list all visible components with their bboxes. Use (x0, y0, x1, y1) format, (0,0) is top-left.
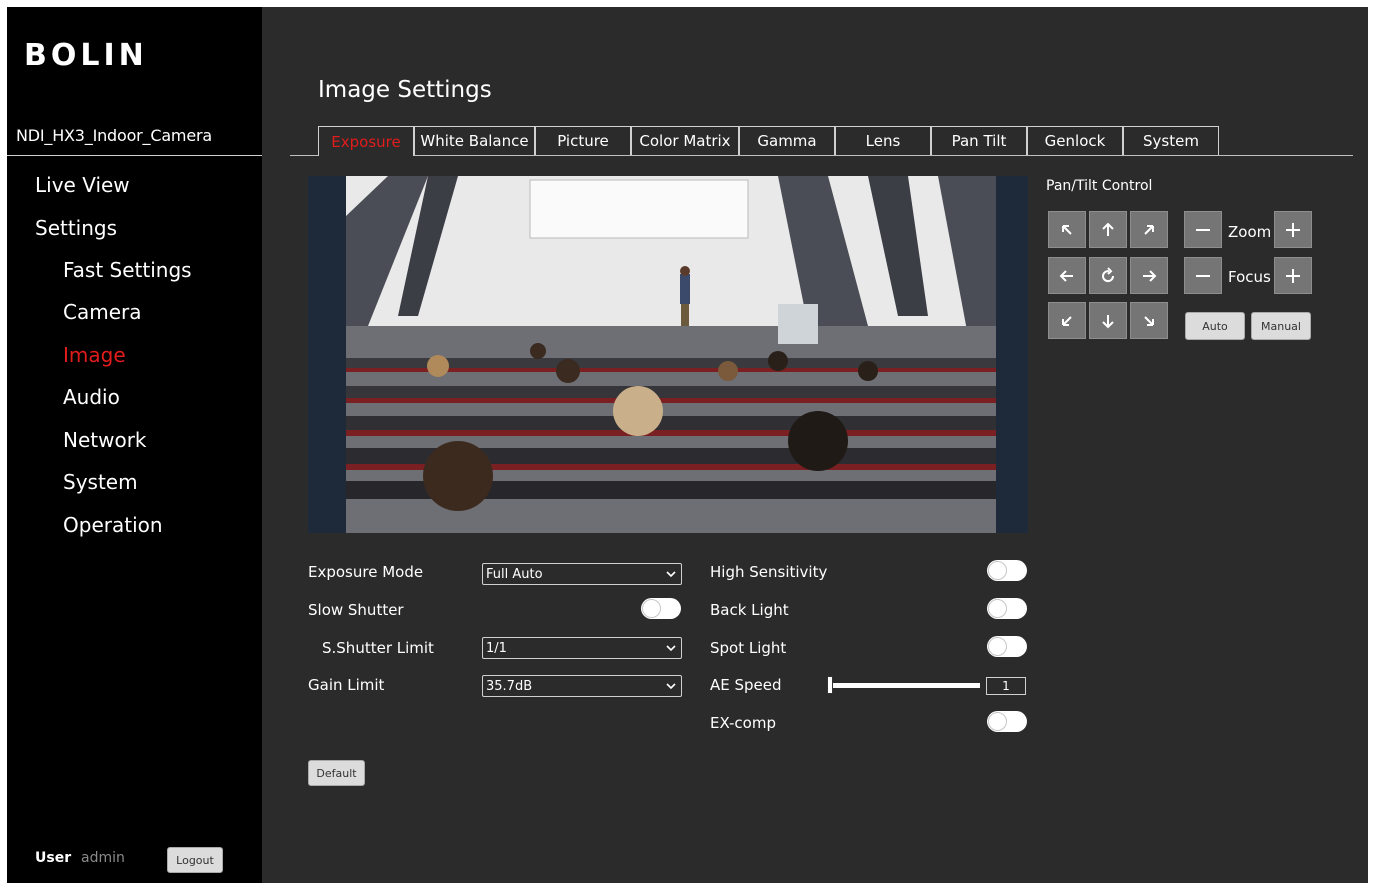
arrow-up-right-icon (1144, 224, 1154, 235)
nav-settings[interactable]: Settings (35, 216, 117, 240)
tab-gamma[interactable]: Gamma (739, 126, 835, 155)
arrow-left-icon (1059, 269, 1073, 282)
ae-speed-slider-thumb[interactable] (827, 676, 833, 694)
focus-near-button[interactable] (1184, 257, 1222, 294)
pan-up-left-button[interactable] (1048, 211, 1086, 248)
toggle-knob (642, 599, 661, 618)
chevron-down-icon (666, 571, 676, 578)
user-name: admin (81, 850, 125, 866)
tab-color-matrix[interactable]: Color Matrix (631, 126, 739, 155)
pan-tilt-title: Pan/Tilt Control (1046, 178, 1153, 194)
minus-icon (1196, 228, 1210, 231)
arrow-down-icon (1102, 314, 1114, 328)
gain-limit-value: 35.7dB (486, 678, 533, 694)
focus-label: Focus (1228, 268, 1271, 286)
pan-left-button[interactable] (1048, 257, 1086, 294)
plus-icon (1286, 222, 1300, 237)
slow-shutter-toggle[interactable] (641, 598, 681, 619)
page-title: Image Settings (318, 77, 492, 103)
tab-bar-divider (290, 155, 1353, 156)
pan-right-button[interactable] (1130, 257, 1168, 294)
gain-limit-select[interactable]: 35.7dB (482, 675, 682, 697)
device-name: NDI_HX3_Indoor_Camera (16, 126, 212, 145)
zoom-label: Zoom (1228, 223, 1272, 241)
nav-camera[interactable]: Camera (63, 300, 142, 324)
arrow-up-left-icon (1062, 224, 1072, 235)
sidebar: BOLIN NDI_HX3_Indoor_Camera Live View Se… (7, 7, 262, 883)
divider (7, 155, 262, 156)
brand-logo: BOLIN (24, 38, 148, 72)
pan-down-right-button[interactable] (1130, 302, 1168, 339)
pan-down-left-button[interactable] (1048, 302, 1086, 339)
focus-auto-button[interactable]: Auto (1185, 312, 1245, 340)
svg-text:BOLIN: BOLIN (24, 38, 148, 72)
high-sensitivity-toggle[interactable] (987, 560, 1027, 581)
pan-home-button[interactable] (1089, 257, 1127, 294)
focus-far-button[interactable] (1274, 257, 1312, 294)
back-light-toggle[interactable] (987, 598, 1027, 619)
pan-up-button[interactable] (1089, 211, 1127, 248)
toggle-knob (988, 599, 1007, 618)
arrow-down-left-icon (1062, 315, 1072, 326)
ae-speed-value[interactable]: 1 (986, 677, 1026, 695)
s-shutter-limit-select[interactable]: 1/1 (482, 637, 682, 659)
exposure-mode-select[interactable]: Full Auto (482, 563, 682, 585)
pan-up-right-button[interactable] (1130, 211, 1168, 248)
tab-white-balance[interactable]: White Balance (414, 126, 535, 155)
zoom-in-button[interactable] (1274, 211, 1312, 248)
exposure-mode-label: Exposure Mode (308, 563, 424, 581)
back-light-label: Back Light (710, 601, 789, 619)
chevron-down-icon (666, 645, 676, 652)
logout-button[interactable]: Logout (167, 847, 223, 873)
tab-genlock[interactable]: Genlock (1027, 126, 1123, 155)
gain-limit-label: Gain Limit (308, 676, 385, 694)
user-label: User (35, 850, 72, 866)
toggle-knob (988, 637, 1007, 656)
slow-shutter-label: Slow Shutter (308, 601, 404, 619)
arrow-up-icon (1102, 222, 1114, 236)
focus-manual-button[interactable]: Manual (1251, 312, 1311, 340)
chevron-down-icon (666, 683, 676, 690)
refresh-icon (1102, 266, 1115, 282)
nav-fast-settings[interactable]: Fast Settings (63, 258, 192, 282)
s-shutter-limit-value: 1/1 (486, 640, 507, 656)
arrow-down-right-icon (1144, 315, 1154, 326)
tab-lens[interactable]: Lens (835, 126, 931, 155)
exposure-mode-value: Full Auto (486, 566, 543, 582)
high-sensitivity-label: High Sensitivity (710, 563, 828, 581)
spot-light-toggle[interactable] (987, 636, 1027, 657)
ex-comp-toggle[interactable] (987, 711, 1027, 732)
tab-picture[interactable]: Picture (535, 126, 631, 155)
plus-icon (1286, 268, 1300, 283)
nav-audio[interactable]: Audio (63, 385, 120, 409)
video-preview[interactable] (308, 176, 1028, 533)
tab-system[interactable]: System (1123, 126, 1219, 155)
nav-system[interactable]: System (63, 470, 138, 494)
minus-icon (1196, 274, 1210, 277)
s-shutter-limit-label: S.Shutter Limit (322, 639, 434, 657)
nav-image[interactable]: Image (63, 343, 126, 367)
spot-light-label: Spot Light (710, 639, 787, 657)
arrow-right-icon (1143, 269, 1157, 282)
toggle-knob (988, 561, 1007, 580)
nav-live-view[interactable]: Live View (35, 173, 130, 197)
nav-network[interactable]: Network (63, 428, 147, 452)
nav-operation[interactable]: Operation (63, 513, 163, 537)
tab-pan-tilt[interactable]: Pan Tilt (931, 126, 1027, 155)
ex-comp-label: EX-comp (710, 714, 776, 732)
toggle-knob (988, 712, 1007, 731)
zoom-out-button[interactable] (1184, 211, 1222, 248)
camera-feed-image (308, 176, 1028, 533)
tab-exposure[interactable]: Exposure (318, 126, 414, 156)
pan-down-button[interactable] (1089, 302, 1127, 339)
ae-speed-slider-track[interactable] (830, 683, 980, 688)
default-button[interactable]: Default (308, 760, 365, 786)
main-panel: Image Settings Exposure White Balance Pi… (262, 7, 1368, 883)
ae-speed-label: AE Speed (710, 676, 782, 694)
